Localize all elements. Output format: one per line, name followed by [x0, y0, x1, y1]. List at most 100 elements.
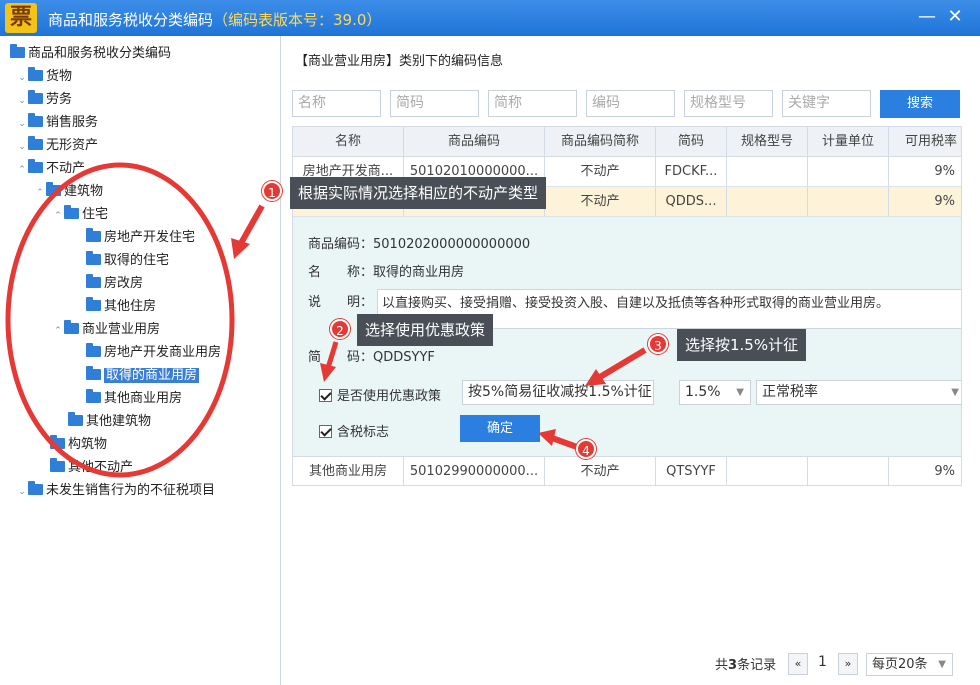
- table-cell: 50102990000000...: [404, 457, 545, 485]
- abbr-search-input[interactable]: 简称: [488, 90, 577, 117]
- collapse-icon[interactable]: ⌃: [52, 321, 64, 341]
- code-search-input[interactable]: 编码: [586, 90, 675, 117]
- collapse-icon[interactable]: ⌃: [52, 206, 64, 226]
- keyword-search-input[interactable]: 关键字: [782, 90, 871, 117]
- detail-short: 简 码：QDDSYYF: [308, 346, 435, 365]
- record-count-suffix: 条记录: [737, 658, 777, 673]
- expand-icon[interactable]: ⌄: [16, 91, 28, 111]
- table-row[interactable]: 其他商业用房 50102990000000... 不动产 QTSYYF 9%: [293, 457, 961, 485]
- confirm-button[interactable]: 确定: [460, 415, 540, 442]
- title-bar: 票 商品和服务税收分类编码（编码表版本号：39.0） — ✕: [0, 0, 980, 36]
- tax-rate-value: 1.5%: [685, 384, 721, 400]
- detail-desc-label: 说 明：: [308, 295, 374, 310]
- column-header[interactable]: 简码: [656, 127, 727, 156]
- close-button[interactable]: ✕: [943, 6, 967, 28]
- table-cell: [727, 457, 808, 485]
- annotation-tip-1: 根据实际情况选择相应的不动产类型: [290, 177, 547, 209]
- tax-rate-select[interactable]: 1.5% ▼: [679, 380, 751, 405]
- tree-node-com-dev[interactable]: 房地产开发商业用房: [86, 343, 221, 363]
- tree-node-com-acquired[interactable]: 取得的商业用房: [86, 366, 200, 386]
- page-size-select[interactable]: 每页20条 ▼: [866, 653, 953, 676]
- name-search-input[interactable]: 名称: [292, 90, 381, 117]
- tree-node-other-buildings[interactable]: 其他建筑物: [68, 412, 151, 432]
- folder-icon: [64, 320, 79, 334]
- collapse-icon[interactable]: ⌃: [34, 183, 46, 203]
- tree-node-com-other[interactable]: 其他商业用房: [86, 389, 182, 409]
- expand-icon[interactable]: ⌄: [16, 114, 28, 134]
- tree-node-root[interactable]: 商品和服务税收分类编码: [10, 44, 171, 64]
- table-cell: 其他商业用房: [293, 457, 404, 485]
- prev-page-button[interactable]: «: [788, 653, 808, 675]
- tax-included-checkbox[interactable]: 含税标志: [319, 421, 389, 440]
- column-header[interactable]: 规格型号: [727, 127, 808, 156]
- folder-icon: [86, 251, 101, 265]
- tree-node-intangible[interactable]: ⌄ 无形资产: [16, 136, 98, 156]
- tree-node-labor[interactable]: ⌄ 劳务: [16, 90, 72, 110]
- rate-type-select[interactable]: 正常税率 ▼: [756, 380, 961, 405]
- tree-node-buildings[interactable]: ⌃ 建筑物: [34, 182, 103, 202]
- table-cell: [808, 157, 889, 186]
- short-code-search-input[interactable]: 简码: [390, 90, 479, 117]
- preferential-policy-select[interactable]: 按5%简易征收减按1.5%计征: [462, 380, 654, 405]
- table-cell: [808, 187, 889, 216]
- tree-node-real-estate[interactable]: ⌃ 不动产: [16, 159, 85, 179]
- folder-icon: [28, 67, 43, 81]
- table-cell: [727, 187, 808, 216]
- folder-icon: [86, 297, 101, 311]
- table-cell: 9%: [934, 464, 955, 479]
- folder-icon: [28, 136, 43, 150]
- checkbox-checked-icon[interactable]: [319, 425, 332, 438]
- detail-name-value: 取得的商业用房: [373, 265, 465, 280]
- expand-icon[interactable]: ⌄: [16, 68, 28, 88]
- tree-node-goods[interactable]: ⌄ 货物: [16, 67, 72, 87]
- table-cell: FDCKF...: [656, 157, 727, 186]
- tree-node-res-dev[interactable]: 房地产开发住宅: [86, 228, 195, 248]
- expand-icon[interactable]: ⌄: [16, 137, 28, 157]
- table-header: 名称 商品编码 商品编码简称 简码 规格型号 计量单位 可用税率: [293, 127, 961, 157]
- checkbox-checked-icon[interactable]: [319, 389, 332, 402]
- annotation-badge-2: 2: [330, 319, 350, 339]
- table-cell: [727, 157, 808, 186]
- rate-type-value: 正常税率: [762, 384, 818, 400]
- column-header[interactable]: 计量单位: [808, 127, 889, 156]
- folder-icon: [86, 343, 101, 357]
- column-header[interactable]: 可用税率: [889, 127, 961, 156]
- main-panel: 【商业营业用房】类别下的编码信息 名称 简码 简称 编码 规格型号 关键字 搜索…: [283, 36, 980, 685]
- search-button[interactable]: 搜索: [880, 90, 960, 118]
- folder-icon: [86, 366, 101, 380]
- minimize-button[interactable]: —: [915, 6, 939, 28]
- app-logo: 票: [5, 3, 37, 33]
- tree-node-res-acquired[interactable]: 取得的住宅: [86, 251, 169, 271]
- tree-node-res-other[interactable]: 其他住房: [86, 297, 156, 317]
- column-header[interactable]: 商品编码简称: [545, 127, 656, 156]
- column-header[interactable]: 名称: [293, 127, 404, 156]
- folder-icon: [28, 159, 43, 173]
- tree-node-other-real-estate[interactable]: 其他不动产: [50, 458, 133, 478]
- preferential-label: 是否使用优惠政策: [337, 389, 442, 404]
- record-count-prefix: 共: [715, 658, 729, 673]
- tree-node-sales-service[interactable]: ⌄ 销售服务: [16, 113, 98, 133]
- tree-node-structures[interactable]: 构筑物: [50, 435, 107, 455]
- expand-icon[interactable]: ⌄: [16, 482, 28, 502]
- spec-search-input[interactable]: 规格型号: [684, 90, 773, 117]
- table-cell: QDDS...: [656, 187, 727, 216]
- column-header[interactable]: 商品编码: [404, 127, 545, 156]
- annotation-badge-4: 4: [576, 439, 596, 459]
- table-cell: 9%: [934, 164, 955, 179]
- current-page: 1: [818, 654, 827, 670]
- tree-node-commercial[interactable]: ⌃ 商业营业用房: [52, 320, 160, 340]
- annotation-tip-3: 选择按1.5%计征: [677, 329, 807, 361]
- folder-icon: [10, 44, 25, 58]
- page-size-value: 每页20条: [872, 657, 928, 672]
- collapse-icon[interactable]: ⌃: [16, 160, 28, 180]
- tree-node-res-reform[interactable]: 房改房: [86, 274, 143, 294]
- version-label: （编码表版本号：39.0）: [213, 11, 382, 29]
- folder-icon: [28, 481, 43, 495]
- annotation-tip-2: 选择使用优惠政策: [357, 314, 494, 346]
- tree-node-residential[interactable]: ⌃ 住宅: [52, 205, 108, 225]
- table-cell: QTSYYF: [656, 457, 727, 485]
- table-cell: [808, 457, 889, 485]
- tree-node-non-taxable[interactable]: ⌄ 未发生销售行为的不征税项目: [16, 481, 215, 501]
- next-page-button[interactable]: »: [838, 653, 858, 675]
- preferential-checkbox[interactable]: 是否使用优惠政策: [319, 385, 441, 404]
